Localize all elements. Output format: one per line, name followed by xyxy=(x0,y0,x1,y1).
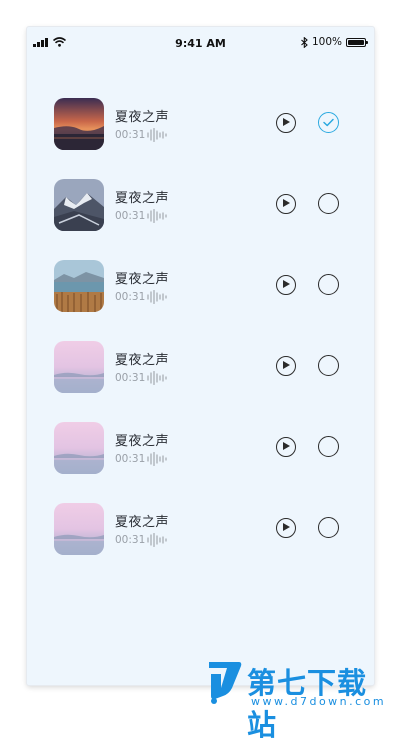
select-circle[interactable] xyxy=(318,274,339,295)
sound-thumbnail xyxy=(54,260,104,312)
play-button[interactable] xyxy=(276,356,296,376)
waveform-icon xyxy=(147,289,169,308)
list-item[interactable]: 夏夜之声 00:31 xyxy=(54,98,354,152)
play-button[interactable] xyxy=(276,518,296,538)
play-button[interactable] xyxy=(276,194,296,214)
d7-logo-icon xyxy=(209,662,242,704)
select-circle[interactable] xyxy=(318,517,339,538)
sound-duration: 00:31 xyxy=(115,534,146,546)
bluetooth-icon xyxy=(301,36,308,48)
sound-title: 夏夜之声 xyxy=(115,353,170,368)
status-right: 100% xyxy=(301,36,368,48)
sound-thumbnail xyxy=(54,422,104,474)
phone-screen: 9:41 AM 100% 夏夜之声 00:31 夏夜之声 00:31 夏夜之声 … xyxy=(27,27,374,685)
sound-thumbnail xyxy=(54,98,104,150)
watermark-url: www.d7down.com xyxy=(251,695,387,708)
battery-percent: 100% xyxy=(311,36,342,48)
select-circle[interactable] xyxy=(318,436,339,457)
sound-title: 夏夜之声 xyxy=(115,434,170,449)
waveform-icon xyxy=(147,127,169,146)
sound-title: 夏夜之声 xyxy=(115,515,170,530)
sound-thumbnail xyxy=(54,503,104,555)
waveform-icon xyxy=(147,532,169,551)
sound-duration: 00:31 xyxy=(115,372,146,384)
play-button[interactable] xyxy=(276,437,296,457)
sound-title: 夏夜之声 xyxy=(115,272,170,287)
sound-thumbnail xyxy=(54,341,104,393)
sound-duration: 00:31 xyxy=(115,453,146,465)
play-button[interactable] xyxy=(276,275,296,295)
select-circle[interactable] xyxy=(318,355,339,376)
sound-duration: 00:31 xyxy=(115,210,146,222)
play-button[interactable] xyxy=(276,113,296,133)
list-item[interactable]: 夏夜之声 00:31 xyxy=(54,422,354,476)
list-item[interactable]: 夏夜之声 00:31 xyxy=(54,260,354,314)
list-item[interactable]: 夏夜之声 00:31 xyxy=(54,503,354,557)
select-circle[interactable] xyxy=(318,193,339,214)
sound-thumbnail xyxy=(54,179,104,231)
waveform-icon xyxy=(147,370,169,389)
sound-duration: 00:31 xyxy=(115,291,146,303)
status-bar: 9:41 AM 100% xyxy=(27,27,374,57)
checkmark-icon[interactable] xyxy=(318,112,339,133)
sound-title: 夏夜之声 xyxy=(115,191,170,206)
battery-icon xyxy=(346,37,368,47)
list-item[interactable]: 夏夜之声 00:31 xyxy=(54,341,354,395)
sound-duration: 00:31 xyxy=(115,129,146,141)
waveform-icon xyxy=(147,451,169,470)
watermark-logo: 第七下载站 www.d7down.com xyxy=(205,660,395,742)
waveform-icon xyxy=(147,208,169,227)
sound-title: 夏夜之声 xyxy=(115,110,170,125)
list-item[interactable]: 夏夜之声 00:31 xyxy=(54,179,354,233)
